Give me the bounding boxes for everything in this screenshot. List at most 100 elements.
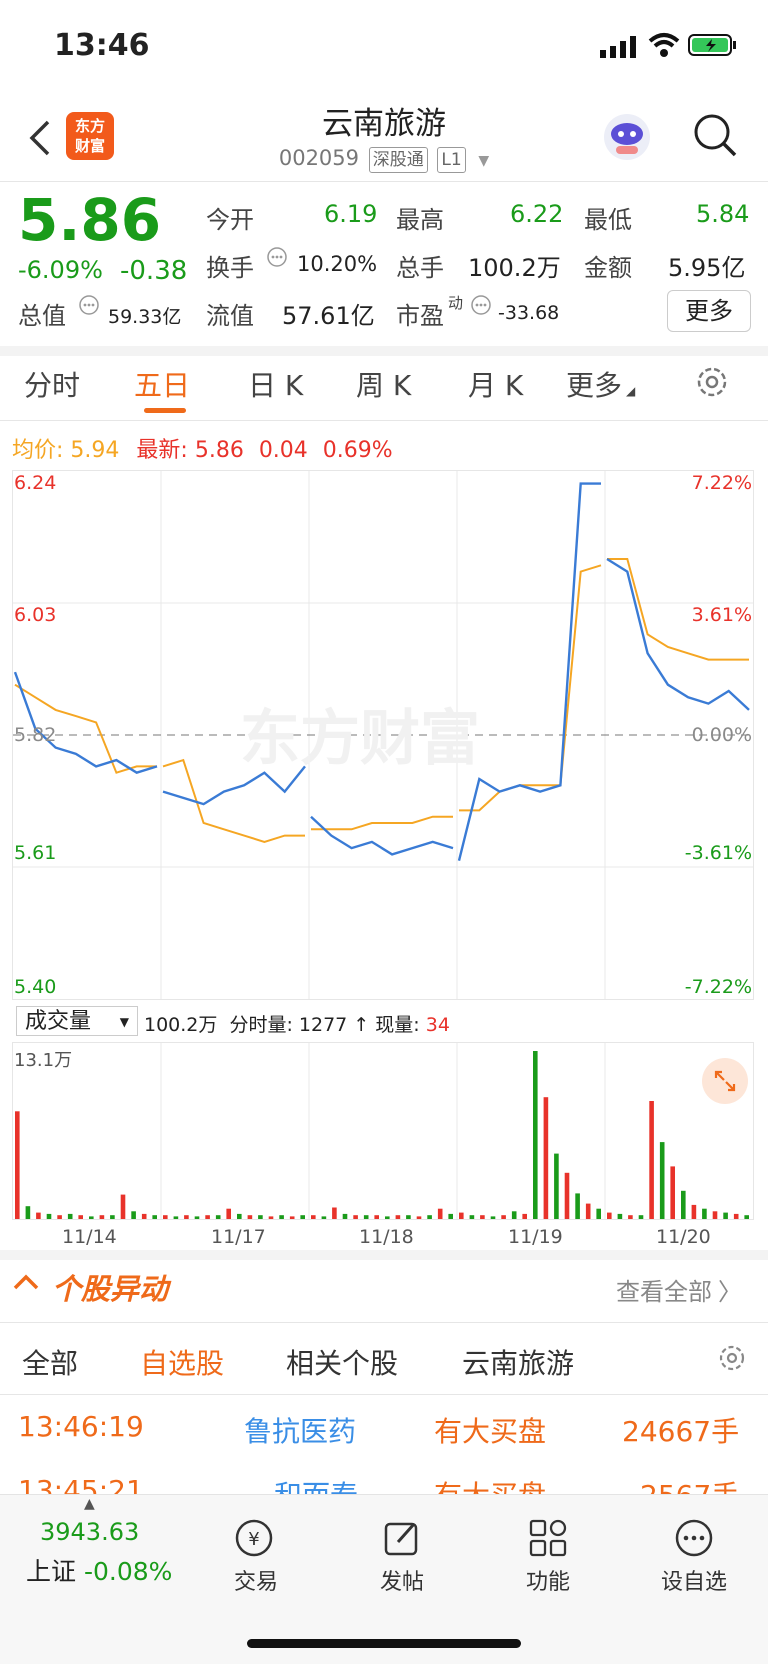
volume-bar xyxy=(289,1216,295,1219)
stock-code-line[interactable]: 002059 深股通 L1 ▼ xyxy=(0,146,768,173)
info-icon[interactable] xyxy=(470,294,492,320)
stock-name: 云南旅游 xyxy=(322,106,446,142)
open-label: 今开 xyxy=(206,206,254,234)
tab-monthly-k[interactable]: 月 K xyxy=(468,364,523,404)
list-item[interactable]: 13:45:21 和而泰 有大买盘 2567手 xyxy=(0,1462,768,1494)
filter-watchlist[interactable]: 自选股 xyxy=(140,1342,224,1382)
volume-bar xyxy=(99,1215,105,1219)
volume-bar xyxy=(585,1203,591,1219)
index-line: 上证 -0.08% xyxy=(26,1552,172,1588)
volume-bar xyxy=(448,1213,453,1219)
volume-bar xyxy=(744,1215,749,1219)
change-amount: -0.38 xyxy=(120,256,188,286)
status-bar: 13:46 xyxy=(0,0,768,88)
volume-bar xyxy=(702,1208,707,1219)
pe-superscript: 动 xyxy=(448,294,464,312)
amount-value: 5.95亿 xyxy=(668,254,746,282)
volume-bar xyxy=(501,1215,506,1219)
tab-more[interactable]: 更多 ◢ xyxy=(566,364,635,404)
trade-icon: ¥ xyxy=(235,1519,273,1557)
volume-bar xyxy=(57,1215,62,1219)
view-all-link[interactable]: 查看全部〉 xyxy=(616,1272,742,1307)
volume-bar xyxy=(596,1208,601,1219)
volume-select[interactable]: 成交量 ▼ xyxy=(16,1006,138,1036)
volume-bar xyxy=(15,1111,20,1219)
turnover-value: 10.20% xyxy=(297,252,378,276)
current-price: 5.86 xyxy=(18,186,162,254)
volume-bar xyxy=(543,1097,549,1219)
volume-bar xyxy=(374,1215,379,1219)
divider xyxy=(0,181,768,182)
grid-icon xyxy=(529,1519,567,1557)
high-label: 最高 xyxy=(396,206,444,234)
filter-stock[interactable]: 云南旅游 xyxy=(462,1342,574,1382)
nav-trade[interactable]: ¥ 交易 xyxy=(206,1518,306,1596)
nav-functions[interactable]: 功能 xyxy=(498,1518,598,1596)
volume-bar xyxy=(141,1213,147,1219)
volume-bar xyxy=(46,1213,52,1219)
nav-add-watchlist[interactable]: 设自选 xyxy=(644,1518,744,1596)
search-icon[interactable] xyxy=(692,112,738,162)
expand-icon[interactable] xyxy=(702,1058,748,1104)
x-tick-2: 11/18 xyxy=(359,1226,414,1248)
nav-post[interactable]: 发帖 xyxy=(352,1518,452,1596)
tab-daily-k[interactable]: 日 K xyxy=(248,364,303,404)
volume-bar xyxy=(416,1216,422,1219)
y-tick-right-4: -7.22% xyxy=(684,976,752,998)
volume-bar xyxy=(332,1207,337,1219)
volume-bar xyxy=(628,1215,633,1219)
filter-all[interactable]: 全部 xyxy=(22,1342,78,1382)
battery-icon xyxy=(688,33,738,61)
settings-gear-icon[interactable] xyxy=(716,1342,748,1378)
volume-label: 总手 xyxy=(396,254,444,282)
index-name: 上证 xyxy=(26,1557,77,1586)
volume-bar xyxy=(459,1212,464,1219)
wifi-icon xyxy=(648,32,680,62)
tab-weekly-k[interactable]: 周 K xyxy=(356,364,411,404)
filter-related[interactable]: 相关个股 xyxy=(286,1342,398,1382)
volume-info: 100.2万 分时量: 1277 ↑ 现量: 34 xyxy=(144,1014,450,1036)
change-percent: -6.09% xyxy=(18,256,103,284)
volume-bar xyxy=(406,1215,411,1219)
volume-chart[interactable] xyxy=(12,1042,754,1220)
volume-bar xyxy=(533,1051,538,1219)
tag-level: L1 xyxy=(437,147,466,173)
volume-bar xyxy=(25,1206,31,1219)
volume-bar xyxy=(163,1215,168,1219)
collapse-chevron-icon[interactable] xyxy=(12,1272,40,1296)
y-tick-left-0: 6.24 xyxy=(14,472,57,494)
info-icon[interactable] xyxy=(78,294,100,320)
home-indicator xyxy=(247,1639,521,1648)
robot-avatar-icon[interactable] xyxy=(602,112,652,166)
volume-bar xyxy=(131,1211,136,1219)
volume-bar xyxy=(78,1215,83,1219)
more-button[interactable]: 更多 xyxy=(667,290,751,332)
volume-bar xyxy=(575,1193,580,1219)
y-tick-left-1: 6.03 xyxy=(14,604,57,626)
series-line-price-day4 xyxy=(606,557,750,711)
volume-bar xyxy=(638,1215,644,1219)
low-label: 最低 xyxy=(584,206,632,234)
list-item[interactable]: 13:46:19 鲁抗医药 有大买盘 24667手 xyxy=(0,1396,768,1462)
info-icon[interactable] xyxy=(266,246,288,272)
mcap-label: 总值 xyxy=(18,302,66,330)
volume-bar xyxy=(554,1153,559,1219)
divider xyxy=(0,420,768,421)
volume-bar xyxy=(480,1215,485,1219)
amount-label: 金额 xyxy=(584,254,632,282)
volume-bar xyxy=(522,1213,527,1219)
tab-five-day[interactable]: 五日 xyxy=(134,364,190,404)
x-tick-4: 11/20 xyxy=(656,1226,711,1248)
settings-gear-icon[interactable] xyxy=(694,364,730,404)
section-title: 个股异动 xyxy=(52,1272,169,1306)
volume-bar xyxy=(67,1213,73,1219)
volume-bar xyxy=(215,1215,221,1219)
index-widget[interactable]: 3943.63 xyxy=(40,1518,139,1546)
x-tick-1: 11/17 xyxy=(211,1226,266,1248)
tab-intraday[interactable]: 分时 xyxy=(24,364,80,404)
volume-bar xyxy=(36,1212,41,1219)
volume-bar xyxy=(617,1213,623,1219)
stock-code: 002059 xyxy=(278,146,360,170)
y-tick-right-0: 7.22% xyxy=(691,472,752,494)
volume-bar xyxy=(649,1101,654,1219)
